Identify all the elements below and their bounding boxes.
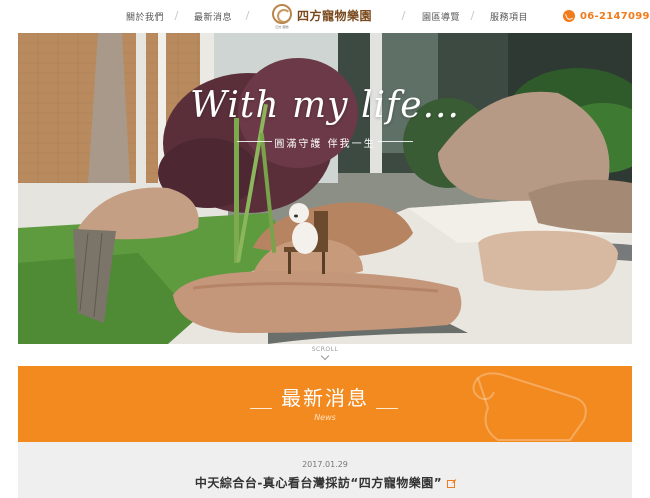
logo-emblem-icon (272, 4, 292, 24)
site-logo[interactable]: 四方·寵物 四方寵物樂園 (271, 4, 372, 30)
chevron-down-icon (320, 351, 330, 361)
nav-about[interactable]: 關於我們 (126, 10, 164, 23)
news-section-subtitle: News (314, 413, 336, 422)
nav-separator (470, 11, 475, 20)
news-section-title: 最新消息 (281, 386, 369, 410)
hero-divider-right (378, 141, 413, 142)
news-list-item[interactable]: 2017.01.29 中天綜合台-真心看台灣採訪“四方寵物樂園” (18, 442, 632, 498)
nav-separator (174, 11, 179, 20)
news-divider-left (250, 408, 272, 409)
nav-park-guide[interactable]: 園區導覽 (422, 10, 460, 23)
nav-separator (245, 11, 250, 20)
news-section-header: 最新消息 News (18, 366, 632, 442)
phone-icon (563, 10, 575, 22)
nav-services[interactable]: 服務項目 (490, 10, 528, 23)
site-header: 關於我們 最新消息 四方·寵物 四方寵物樂園 園區導覽 服務項目 06-2147… (0, 0, 650, 33)
hero-title: With my life... (190, 85, 460, 126)
news-date: 2017.01.29 (302, 460, 348, 469)
logo-mark: 四方·寵物 (271, 4, 293, 29)
nav-separator (401, 11, 406, 20)
external-link-icon[interactable] (447, 479, 456, 488)
hero-banner: With my life... 圓滿守護 伴我一生 (18, 33, 632, 344)
news-headline-row[interactable]: 中天綜合台-真心看台灣採訪“四方寵物樂園” (18, 474, 632, 491)
nav-news[interactable]: 最新消息 (194, 10, 232, 23)
phone-contact[interactable]: 06-2147099 (563, 10, 650, 22)
scroll-indicator[interactable]: SCROLL (0, 346, 650, 361)
news-headline[interactable]: 中天綜合台-真心看台灣採訪“四方寵物樂園” (195, 476, 442, 490)
hero-garden-photo (18, 33, 632, 344)
phone-number: 06-2147099 (580, 10, 650, 22)
hero-subtitle: 圓滿守護 伴我一生 (274, 139, 376, 150)
news-divider-right (376, 408, 398, 409)
logo-name: 四方寵物樂園 (297, 9, 373, 23)
logo-tagline: 四方·寵物 (275, 25, 289, 29)
